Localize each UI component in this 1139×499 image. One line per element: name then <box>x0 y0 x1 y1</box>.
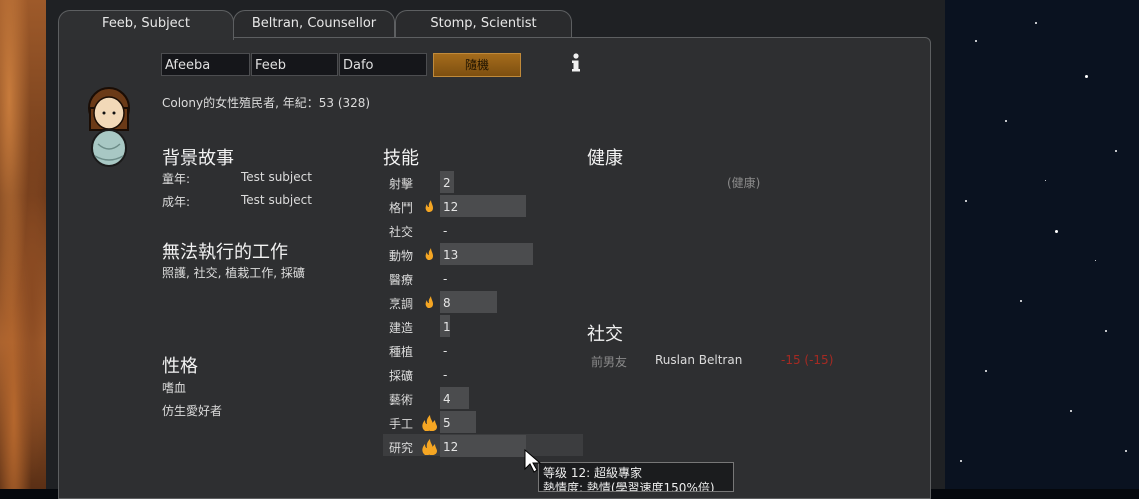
social-heading: 社交 <box>587 324 623 345</box>
tab-beltran[interactable]: Beltran, Counsellor <box>233 10 395 39</box>
skill-value: 1 <box>443 320 451 334</box>
skill-name: 射擊 <box>389 177 414 191</box>
randomize-button[interactable]: 隨機 <box>433 53 521 77</box>
health-status: (健康) <box>727 176 761 190</box>
backstory-heading: 背景故事 <box>162 148 234 169</box>
skill-name: 採礦 <box>389 369 414 383</box>
incapable-heading: 無法執行的工作 <box>162 242 288 263</box>
skill-value: 13 <box>443 248 459 262</box>
flame-icon <box>425 248 433 260</box>
skill-value: 5 <box>443 416 451 430</box>
pawn-avatar <box>88 87 130 167</box>
nick-name-input[interactable]: Feeb <box>251 53 338 76</box>
trait-item[interactable]: 嗜血 <box>162 379 186 396</box>
traits-heading: 性格 <box>162 356 198 377</box>
skill-name: 手工 <box>389 417 414 431</box>
skill-name: 研究 <box>389 441 414 455</box>
relation-label: 前男友 <box>591 355 628 369</box>
tab-feeb[interactable]: Feeb, Subject <box>58 10 234 40</box>
health-heading: 健康 <box>587 148 623 169</box>
incapable-list[interactable]: 照護, 社交, 植栽工作, 採礦 <box>162 264 305 281</box>
first-name-input[interactable]: Afeeba <box>161 53 250 76</box>
skill-name: 烹調 <box>389 297 414 311</box>
flame-icon <box>422 439 437 455</box>
childhood-label: 童年: <box>162 172 191 186</box>
opinion-value: -15 (-15) <box>781 353 834 367</box>
skill-value: 2 <box>443 176 451 190</box>
skill-value: 12 <box>443 200 459 214</box>
skill-value: - <box>443 344 448 358</box>
trait-item[interactable]: 仿生愛好者 <box>162 402 222 419</box>
skill-name: 社交 <box>389 225 414 239</box>
skill-value: 12 <box>443 440 459 454</box>
planet-background <box>0 0 46 489</box>
skill-name: 建造 <box>389 321 414 335</box>
skill-name: 動物 <box>389 249 414 263</box>
skill-name: 種植 <box>389 345 414 359</box>
info-icon[interactable] <box>570 52 582 74</box>
skill-value: - <box>443 368 448 382</box>
skill-tooltip: 等级 12: 超級專家 熱情度: 熱情(學習速度150%倍) <box>538 462 734 492</box>
skill-name: 藝術 <box>389 393 414 407</box>
adulthood-label: 成年: <box>162 195 191 209</box>
flame-icon <box>425 200 433 212</box>
skill-name: 格鬥 <box>389 201 414 215</box>
flame-icon <box>422 415 437 431</box>
skill-value: 8 <box>443 296 451 310</box>
space-background <box>945 0 1139 489</box>
tooltip-passion: 熱情度: 熱情(學習速度150%倍) <box>543 481 715 492</box>
colonist-description: Colony的女性殖民者, 年紀：53 (328) <box>162 96 371 110</box>
skills-heading: 技能 <box>383 148 419 169</box>
mouse-cursor-icon <box>524 449 542 473</box>
relation-person[interactable]: Ruslan Beltran <box>655 353 742 367</box>
last-name-input[interactable]: Dafo <box>339 53 427 76</box>
skill-value: 4 <box>443 392 451 406</box>
skill-name: 醫療 <box>389 273 414 287</box>
childhood-value[interactable]: Test subject <box>241 170 312 184</box>
adulthood-value[interactable]: Test subject <box>241 193 312 207</box>
tooltip-level: 等级 12: 超級專家 <box>543 466 642 480</box>
skill-value: - <box>443 224 448 238</box>
tab-stomp[interactable]: Stomp, Scientist <box>395 10 572 39</box>
skill-value: - <box>443 272 448 286</box>
flame-icon <box>425 296 433 308</box>
